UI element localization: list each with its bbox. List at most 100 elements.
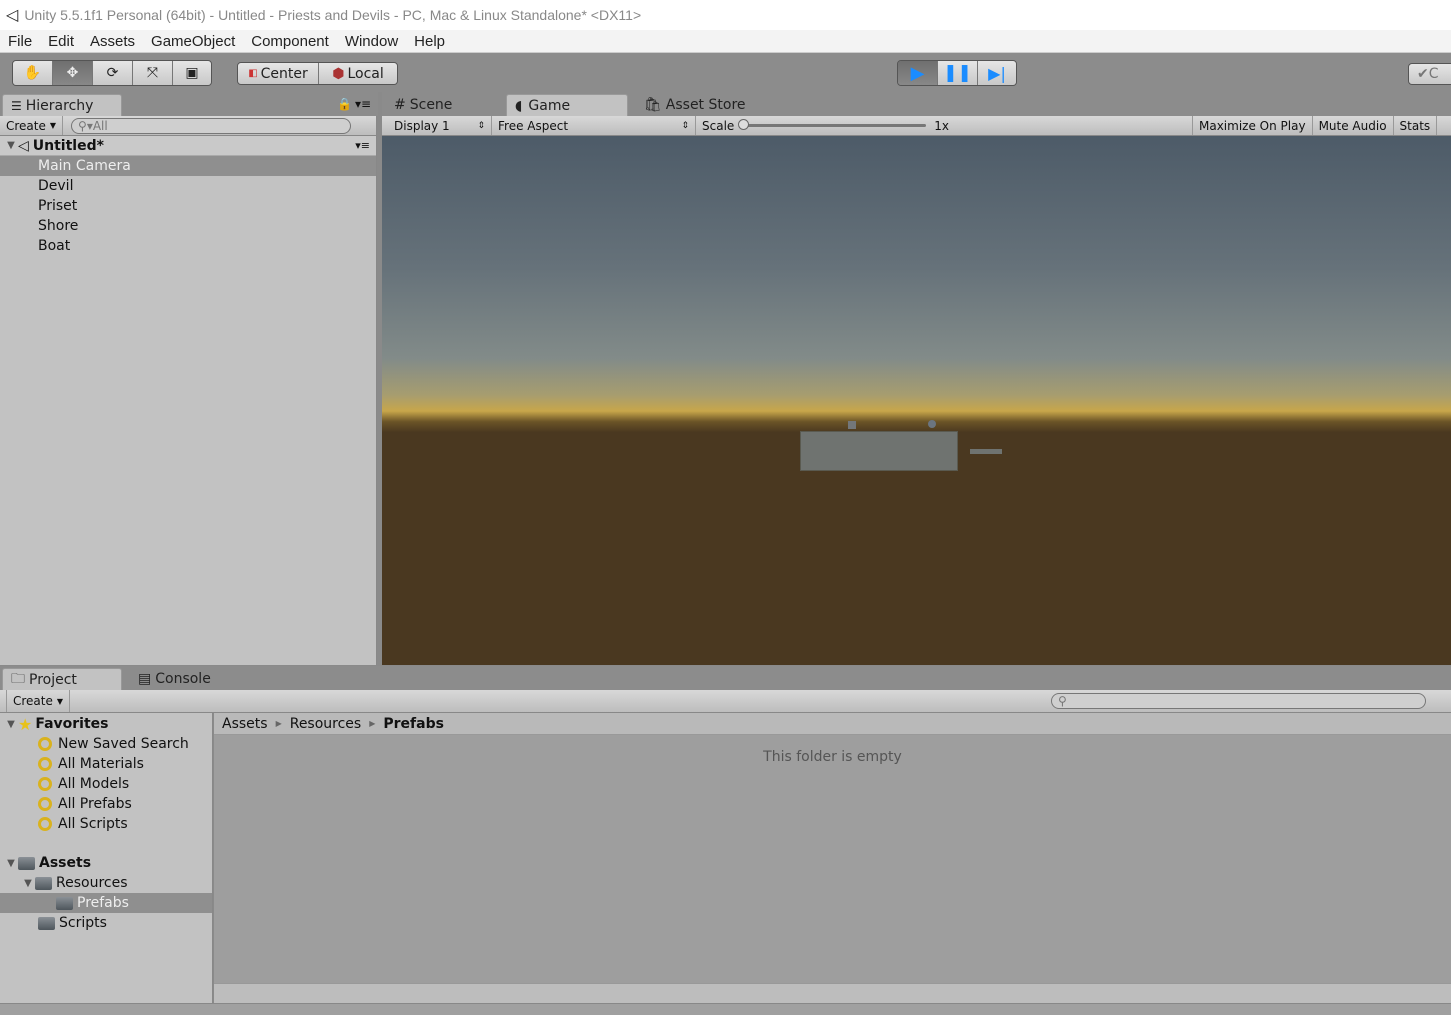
- maximize-on-play-toggle[interactable]: Maximize On Play: [1193, 116, 1313, 135]
- rotate-icon[interactable]: ⟳: [93, 61, 133, 85]
- tab-console[interactable]: ▤ Console: [130, 668, 219, 690]
- slider-thumb[interactable]: [738, 119, 750, 130]
- display-dropdown[interactable]: Display 1 ⇕: [382, 116, 492, 135]
- menu-edit[interactable]: Edit: [40, 33, 82, 50]
- shore-object: [970, 449, 1002, 454]
- scale-slider[interactable]: [738, 119, 927, 130]
- hierarchy-item[interactable]: Shore: [0, 216, 376, 236]
- panel-menu-icon[interactable]: ▾≡: [355, 97, 371, 111]
- favorites-header[interactable]: ▼ ★ Favorites: [0, 714, 212, 734]
- hierarchy-create-button[interactable]: Create ▼: [0, 116, 64, 135]
- favorite-item[interactable]: New Saved Search: [0, 734, 212, 754]
- expand-icon[interactable]: ▼: [4, 719, 18, 730]
- breadcrumb: Assets ▶ Resources ▶ Prefabs: [214, 713, 1451, 735]
- project-search-input[interactable]: ⚲: [1051, 693, 1426, 709]
- mute-audio-toggle[interactable]: Mute Audio: [1313, 116, 1394, 135]
- assets-header[interactable]: ▼ Assets: [0, 853, 212, 873]
- hierarchy-item[interactable]: Priset: [0, 196, 376, 216]
- item-label: Scripts: [59, 915, 107, 931]
- tab-game[interactable]: ◖ Game: [506, 94, 628, 116]
- pacman-icon: ◖: [515, 97, 523, 114]
- window-title: Unity 5.5.1f1 Personal (64bit) - Untitle…: [24, 7, 642, 23]
- aspect-label: Free Aspect: [498, 118, 569, 133]
- item-label: All Models: [58, 776, 130, 792]
- dropdown-icon: ▼: [56, 696, 64, 706]
- menu-window[interactable]: Window: [337, 33, 406, 50]
- tab-label: Scene: [409, 97, 453, 113]
- dropdown-icon: ▼: [49, 121, 57, 130]
- center-tabstrip: # Scene ◖ Game 🛍 Asset Store: [382, 92, 1451, 116]
- favorite-item[interactable]: All Scripts: [0, 814, 212, 834]
- tab-project[interactable]: 🗀 Project: [2, 668, 122, 690]
- check-icon: ✔: [1417, 66, 1429, 82]
- hierarchy-tabstrip: ☰ Hierarchy 🔒 ▾≡: [0, 92, 378, 116]
- create-label: Create: [13, 694, 53, 708]
- lock-icon[interactable]: 🔒: [337, 97, 352, 111]
- favorite-item[interactable]: All Prefabs: [0, 794, 212, 814]
- menu-help[interactable]: Help: [406, 33, 453, 50]
- hierarchy-item[interactable]: Devil: [0, 176, 376, 196]
- tab-asset-store[interactable]: 🛍 Asset Store: [636, 94, 754, 116]
- folder-icon: [38, 916, 55, 930]
- project-toolbar: Create ▼ ⚲: [0, 690, 1451, 713]
- pause-icon[interactable]: ❚❚: [938, 61, 978, 85]
- menu-assets[interactable]: Assets: [82, 33, 143, 50]
- search-icon: [38, 777, 52, 791]
- aspect-dropdown[interactable]: Free Aspect ⇕: [492, 116, 696, 135]
- search-icon: [38, 817, 52, 831]
- scene-header[interactable]: ▼ ◁ Untitled* ▾≡: [0, 136, 376, 156]
- project-create-button[interactable]: Create ▼: [6, 690, 71, 712]
- hierarchy-item[interactable]: Main Camera: [0, 156, 376, 176]
- pivot-icon: ◧: [248, 68, 258, 79]
- folder-item[interactable]: Prefabs: [0, 893, 212, 913]
- folder-item[interactable]: Scripts: [0, 913, 212, 933]
- menu-component[interactable]: Component: [243, 33, 337, 50]
- expand-icon[interactable]: ▼: [4, 140, 18, 151]
- item-label: Resources: [56, 875, 128, 891]
- menu-file[interactable]: File: [0, 33, 40, 50]
- breadcrumb-item[interactable]: Prefabs: [383, 716, 444, 732]
- tab-label: Hierarchy: [25, 97, 94, 114]
- breadcrumb-item[interactable]: Assets: [222, 716, 268, 732]
- tab-label: Console: [155, 671, 211, 687]
- game-viewport[interactable]: [382, 136, 1451, 665]
- console-icon: ▤: [138, 671, 152, 687]
- updown-icon: ⇕: [477, 120, 485, 131]
- project-footer: [214, 983, 1451, 1003]
- favorite-item[interactable]: All Materials: [0, 754, 212, 774]
- search-icon: ⚲▾: [78, 118, 93, 133]
- stats-toggle[interactable]: Stats: [1394, 116, 1438, 135]
- hand-icon[interactable]: ✋: [13, 61, 53, 85]
- folder-icon: [18, 856, 35, 870]
- chevron-right-icon: ▶: [369, 719, 376, 728]
- collab-button[interactable]: ✔ C: [1408, 63, 1451, 85]
- hierarchy-search-input[interactable]: ⚲▾ All: [71, 117, 352, 134]
- tab-hierarchy[interactable]: ☰ Hierarchy: [2, 94, 122, 116]
- grid-icon: #: [394, 97, 406, 113]
- hierarchy-item[interactable]: Boat: [0, 236, 376, 256]
- expand-icon[interactable]: ▼: [4, 858, 18, 869]
- pivot-center-button[interactable]: ◧ Center: [238, 63, 319, 84]
- search-icon: ⚲: [1058, 694, 1067, 708]
- move-icon[interactable]: ✥: [53, 61, 93, 85]
- item-label: Priset: [38, 198, 78, 214]
- item-label: All Scripts: [58, 816, 128, 832]
- breadcrumb-item[interactable]: Resources: [290, 716, 362, 732]
- expand-icon[interactable]: ▼: [21, 878, 35, 889]
- item-label: Devil: [38, 178, 74, 194]
- folder-item[interactable]: ▼ Resources: [0, 873, 212, 893]
- favorite-item[interactable]: All Models: [0, 774, 212, 794]
- pivot-local-button[interactable]: ⬢ Local: [319, 63, 397, 84]
- scale-icon[interactable]: ⤧: [133, 61, 173, 85]
- play-icon[interactable]: ▶: [898, 61, 938, 85]
- menu-bar: File Edit Assets GameObject Component Wi…: [0, 30, 1451, 53]
- chevron-right-icon: ▶: [275, 719, 282, 728]
- empty-folder-message: This folder is empty: [763, 749, 902, 765]
- item-label: Prefabs: [77, 895, 129, 911]
- scene-menu-icon[interactable]: ▾≡: [355, 139, 370, 152]
- rect-icon[interactable]: ▣: [173, 61, 211, 85]
- tab-scene[interactable]: # Scene: [386, 94, 460, 116]
- step-icon[interactable]: ▶|: [978, 61, 1016, 85]
- item-label: All Prefabs: [58, 796, 132, 812]
- menu-gameobject[interactable]: GameObject: [143, 33, 243, 50]
